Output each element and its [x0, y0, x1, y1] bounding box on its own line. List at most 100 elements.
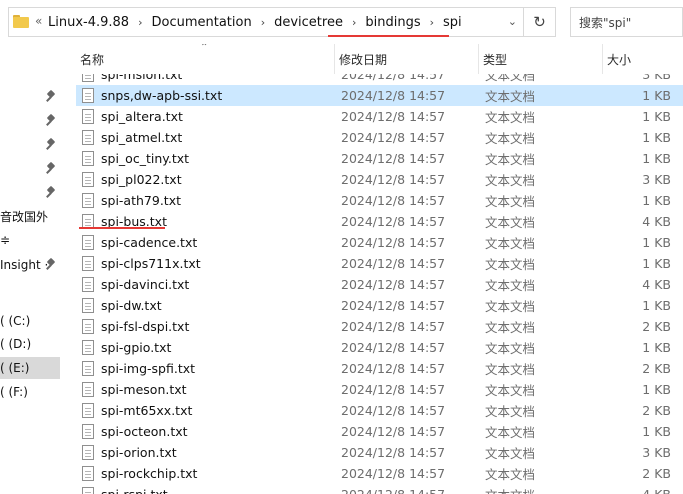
nav-item[interactable]: 音改国外 — [0, 205, 60, 227]
pin-icon[interactable] — [46, 185, 56, 199]
nav-item[interactable]: ( (C:) — [0, 310, 60, 332]
nav-item-label: 音改国外 — [0, 209, 49, 224]
file-name-cell: spi-orion.txt — [82, 442, 177, 463]
file-date: 2024/12/8 14:57 — [341, 466, 446, 481]
nav-item[interactable] — [0, 110, 60, 132]
file-row[interactable]: spi-octeon.txt 2024/12/8 14:57 文本文档 1 KB — [76, 421, 683, 442]
file-size: 1 KB — [642, 151, 671, 166]
file-date: 2024/12/8 14:57 — [341, 130, 446, 145]
nav-item[interactable] — [0, 158, 60, 180]
file-name: spi-ath79.txt — [101, 193, 181, 208]
file-row[interactable]: spi-ath79.txt 2024/12/8 14:57 文本文档 1 KB — [76, 190, 683, 211]
file-size: 2 KB — [642, 361, 671, 376]
nav-item[interactable] — [0, 134, 60, 156]
pin-icon[interactable] — [46, 137, 56, 151]
pin-icon[interactable] — [46, 257, 56, 271]
file-row[interactable]: spi_altera.txt 2024/12/8 14:57 文本文档 1 KB — [76, 106, 683, 127]
file-row[interactable]: spi_pl022.txt 2024/12/8 14:57 文本文档 3 KB — [76, 169, 683, 190]
pin-icon[interactable] — [46, 89, 56, 103]
address-bar[interactable]: « Linux-4.9.88 › Documentation › devicet… — [8, 7, 524, 37]
breadcrumb-item[interactable]: spi — [440, 15, 465, 30]
nav-item[interactable]: Insight · — [0, 254, 60, 276]
file-list: spi-msion.txt 2024/12/8 14:57 文本文档 3 KB snps… — [76, 44, 683, 494]
file-date: 2024/12/8 14:57 — [341, 445, 446, 460]
chevron-down-icon[interactable]: ⌄ — [508, 15, 517, 28]
file-name: spi-img-spfi.txt — [101, 361, 196, 376]
file-row[interactable]: spi_atmel.txt 2024/12/8 14:57 文本文档 1 KB — [76, 127, 683, 148]
file-type: 文本文档 — [485, 362, 536, 377]
file-row[interactable]: spi-meson.txt 2024/12/8 14:57 文本文档 1 KB — [76, 379, 683, 400]
file-row[interactable]: spi-dw.txt 2024/12/8 14:57 文本文档 1 KB — [76, 295, 683, 316]
file-date: 2024/12/8 14:57 — [341, 256, 446, 271]
nav-item-label: ( (C:) — [0, 314, 31, 328]
nav-item[interactable] — [0, 182, 60, 204]
text-file-icon — [82, 172, 94, 187]
file-name-cell: spi_altera.txt — [82, 106, 183, 127]
file-row[interactable]: spi-davinci.txt 2024/12/8 14:57 文本文档 4 KB — [76, 274, 683, 295]
nav-item[interactable]: ( (D:) — [0, 333, 60, 355]
breadcrumb-separator-icon[interactable]: › — [255, 16, 271, 29]
overflow-chevron-icon[interactable]: « — [35, 14, 42, 28]
file-name-cell: spi_atmel.txt — [82, 127, 182, 148]
breadcrumb-item[interactable]: devicetree — [271, 15, 346, 30]
text-file-icon — [82, 466, 94, 481]
column-date-header[interactable]: 修改日期 — [334, 44, 478, 74]
file-type: 文本文档 — [485, 467, 536, 482]
file-row[interactable]: snps,dw-apb-ssi.txt 2024/12/8 14:57 文本文档 1 … — [76, 85, 683, 106]
file-row[interactable]: spi-bus.txt 2024/12/8 14:57 文本文档 4 KB — [76, 211, 683, 232]
file-row[interactable]: spi-cadence.txt 2024/12/8 14:57 文本文档 1 KB — [76, 232, 683, 253]
file-name-cell: spi-gpio.txt — [82, 337, 171, 358]
file-type: 文本文档 — [485, 152, 536, 167]
breadcrumb-item[interactable]: bindings — [362, 15, 423, 30]
file-type: 文本文档 — [485, 173, 536, 188]
file-date: 2024/12/8 14:57 — [341, 484, 445, 494]
search-input[interactable]: 搜索"spi" — [570, 7, 683, 37]
file-row[interactable]: spi-orion.txt 2024/12/8 14:57 文本文档 3 KB — [76, 442, 683, 463]
refresh-icon: ↻ — [533, 13, 546, 31]
breadcrumb-separator-icon[interactable]: › — [424, 16, 440, 29]
file-name: spi-octeon.txt — [101, 424, 188, 439]
text-file-icon — [82, 361, 94, 376]
column-name-header[interactable]: 名称 ⌃ — [76, 44, 334, 74]
file-row[interactable]: spi-rockchip.txt 2024/12/8 14:57 文本文档 2 KB — [76, 463, 683, 484]
nav-item[interactable]: ( (E:) — [0, 357, 60, 379]
file-type: 文本文档 — [485, 484, 535, 494]
text-file-icon — [82, 277, 94, 292]
file-size: 1 KB — [642, 340, 671, 355]
nav-item[interactable]: ≑ — [0, 229, 60, 251]
file-name-cell: spi-ath79.txt — [82, 190, 181, 211]
file-row[interactable]: spi-mt65xx.txt 2024/12/8 14:57 文本文档 2 KB — [76, 400, 683, 421]
nav-item[interactable] — [0, 86, 60, 108]
breadcrumb-item[interactable]: Documentation — [148, 15, 254, 30]
column-date-label: 修改日期 — [339, 52, 388, 67]
column-size-header[interactable]: 大小 — [602, 44, 683, 74]
file-date: 2024/12/8 14:57 — [341, 319, 446, 334]
text-file-icon — [82, 403, 94, 418]
file-type: 文本文档 — [485, 425, 536, 440]
file-rows: spi-msion.txt 2024/12/8 14:57 文本文档 3 KB snps… — [76, 64, 683, 494]
navigation-pane: 音改国外 ≑ Insight · ( (C:) ( (D:) ( (E:) ( (F:) — [0, 44, 60, 494]
file-row[interactable]: spi-gpio.txt 2024/12/8 14:57 文本文档 1 KB — [76, 337, 683, 358]
column-type-header[interactable]: 类型 — [478, 44, 602, 74]
file-name: spi-orion.txt — [101, 445, 177, 460]
file-row[interactable]: spi-img-spfi.txt 2024/12/8 14:57 文本文档 2 KB — [76, 358, 683, 379]
file-row[interactable]: spi_oc_tiny.txt 2024/12/8 14:57 文本文档 1 KB — [76, 148, 683, 169]
breadcrumb-item[interactable]: Linux-4.9.88 — [45, 15, 132, 30]
file-date: 2024/12/8 14:57 — [341, 340, 446, 355]
file-size: 1 KB — [642, 109, 671, 124]
file-row[interactable]: spi-clps711x.txt 2024/12/8 14:57 文本文档 1 KB — [76, 253, 683, 274]
breadcrumb-separator-icon[interactable]: › — [132, 16, 148, 29]
pin-icon[interactable] — [46, 161, 56, 175]
text-file-icon — [82, 109, 94, 124]
pin-icon[interactable] — [46, 113, 56, 127]
file-row[interactable]: spi-fsl-dspi.txt 2024/12/8 14:57 文本文档 2 KB — [76, 316, 683, 337]
file-type: 文本文档 — [485, 257, 536, 272]
file-type: 文本文档 — [485, 383, 536, 398]
file-row[interactable]: spi-rspi.txt 2024/12/8 14:57 文本文档 4 KB — [76, 484, 683, 494]
nav-item[interactable]: ( (F:) — [0, 381, 60, 403]
breadcrumb-separator-icon[interactable]: › — [346, 16, 362, 29]
column-header: 名称 ⌃ 修改日期 类型 大小 — [76, 44, 683, 74]
text-file-icon — [82, 319, 94, 334]
refresh-button[interactable]: ↻ — [524, 7, 556, 37]
file-type: 文本文档 — [485, 131, 536, 146]
